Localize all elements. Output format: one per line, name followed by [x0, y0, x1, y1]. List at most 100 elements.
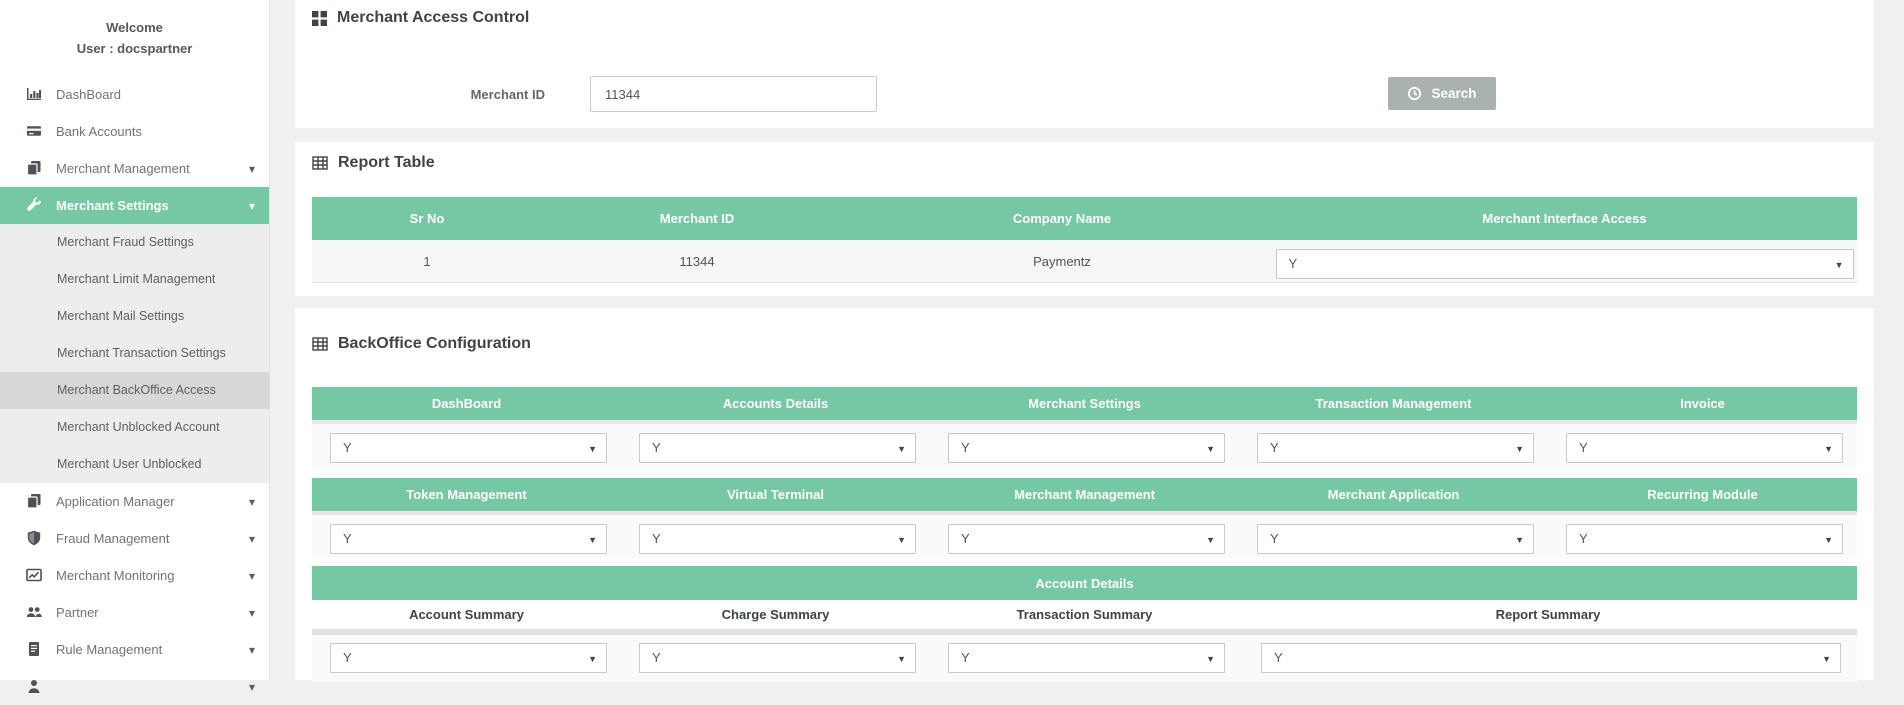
chevron-down-icon	[1835, 250, 1844, 279]
welcome-text: Welcome	[0, 18, 269, 39]
merchant-interface-access-select[interactable]: Y	[1276, 249, 1854, 279]
sidebar-item-label: DashBoard	[56, 87, 255, 102]
sidebar-item-partial[interactable]	[0, 668, 269, 705]
chevron-down-icon	[249, 161, 255, 176]
chevron-down-icon	[249, 605, 255, 620]
virtual-terminal-select[interactable]: Y	[639, 524, 916, 554]
sidebar-item-label: Merchant Monitoring	[56, 568, 249, 583]
welcome-block: Welcome User : docspartner	[0, 18, 269, 60]
chevron-down-icon	[897, 434, 906, 463]
sidebar-item-merchant-fraud-settings[interactable]: Merchant Fraud Settings	[0, 224, 269, 261]
backoffice-select-row-2: Y Y Y Y Y	[312, 511, 1857, 558]
copy-icon	[25, 160, 42, 177]
account-summary-select[interactable]: Y	[330, 643, 607, 673]
account-details-banner: Account Details	[312, 566, 1857, 600]
column-header-merchant-management: Merchant Management	[930, 478, 1239, 511]
chevron-down-icon	[1822, 644, 1831, 673]
chevron-down-icon	[249, 679, 255, 694]
file-text-icon	[25, 641, 42, 658]
charge-summary-select[interactable]: Y	[639, 643, 916, 673]
copy-icon	[25, 493, 42, 510]
search-button[interactable]: Search	[1388, 77, 1496, 110]
merchant-application-select[interactable]: Y	[1257, 524, 1534, 554]
chevron-down-icon	[249, 568, 255, 583]
welcome-user: User : docspartner	[0, 39, 269, 60]
table-icon	[312, 156, 328, 170]
merchant-management-select[interactable]: Y	[948, 524, 1225, 554]
accounts-details-select[interactable]: Y	[639, 433, 916, 463]
report-table-card: Report Table Sr No Merchant ID Company N…	[295, 142, 1874, 296]
sidebar-item-dashboard[interactable]: DashBoard	[0, 76, 269, 113]
sidebar-item-application-manager[interactable]: Application Manager	[0, 483, 269, 520]
sidebar-item-fraud-management[interactable]: Fraud Management	[0, 520, 269, 557]
chevron-down-icon	[588, 434, 597, 463]
sidebar-item-merchant-monitoring[interactable]: Merchant Monitoring	[0, 557, 269, 594]
page-title-text: Merchant Access Control	[337, 9, 529, 27]
report-table-header: Sr No Merchant ID Company Name Merchant …	[312, 197, 1857, 240]
sidebar-item-merchant-management[interactable]: Merchant Management	[0, 150, 269, 187]
column-header-invoice: Invoice	[1548, 387, 1857, 420]
section-title-text: Report Table	[338, 154, 435, 172]
column-header-token-management: Token Management	[312, 478, 621, 511]
chevron-down-icon	[1824, 525, 1833, 554]
transaction-management-select[interactable]: Y	[1257, 433, 1534, 463]
merchant-id-label: Merchant ID	[355, 87, 545, 102]
column-header-virtual-terminal: Virtual Terminal	[621, 478, 930, 511]
column-header-dashboard: DashBoard	[312, 387, 621, 420]
sidebar-item-merchant-mail-settings[interactable]: Merchant Mail Settings	[0, 298, 269, 335]
search-button-label: Search	[1431, 86, 1476, 101]
sidebar-item-label: Application Manager	[56, 494, 249, 509]
line-chart-icon	[25, 567, 42, 584]
table-icon	[312, 337, 328, 351]
users-icon	[25, 604, 42, 621]
column-header-transaction-management: Transaction Management	[1239, 387, 1548, 420]
column-header-report-summary: Report Summary	[1239, 600, 1857, 629]
sidebar-item-label: Fraud Management	[56, 531, 249, 546]
backoffice-header-row-2: Token Management Virtual Terminal Mercha…	[312, 478, 1857, 511]
sidebar-item-merchant-settings[interactable]: Merchant Settings	[0, 187, 269, 224]
token-management-select[interactable]: Y	[330, 524, 607, 554]
sidebar-item-merchant-transaction-settings[interactable]: Merchant Transaction Settings	[0, 335, 269, 372]
cell-company-name: Paymentz	[852, 240, 1272, 282]
transaction-summary-select[interactable]: Y	[948, 643, 1225, 673]
merchant-settings-select[interactable]: Y	[948, 433, 1225, 463]
chevron-down-icon	[588, 644, 597, 673]
chevron-down-icon	[1515, 525, 1524, 554]
sidebar-item-merchant-unblocked-account[interactable]: Merchant Unblocked Account	[0, 409, 269, 446]
bar-chart-icon	[25, 86, 42, 103]
credit-card-icon	[25, 123, 42, 140]
chevron-down-icon	[1206, 644, 1215, 673]
invoice-select[interactable]: Y	[1566, 433, 1843, 463]
recurring-module-select[interactable]: Y	[1566, 524, 1843, 554]
sidebar-nav: DashBoard Bank Accounts Merchant Managem…	[0, 76, 269, 705]
sidebar-item-rule-management[interactable]: Rule Management	[0, 631, 269, 668]
backoffice-configuration-card: BackOffice Configuration DashBoard Accou…	[295, 308, 1874, 680]
sidebar-item-partner[interactable]: Partner	[0, 594, 269, 631]
th-large-icon	[312, 11, 327, 26]
column-header-merchant-interface-access: Merchant Interface Access	[1272, 197, 1857, 240]
column-header-transaction-summary: Transaction Summary	[930, 600, 1239, 629]
sidebar-item-merchant-backoffice-access[interactable]: Merchant BackOffice Access	[0, 372, 269, 409]
account-details-select-row: Y Y Y Y	[312, 635, 1857, 682]
column-header-company-name: Company Name	[852, 197, 1272, 240]
sidebar-item-label: Bank Accounts	[56, 124, 255, 139]
column-header-accounts-details: Accounts Details	[621, 387, 930, 420]
account-details-label-row: Account Summary Charge Summary Transacti…	[312, 600, 1857, 629]
sidebar-item-bank-accounts[interactable]: Bank Accounts	[0, 113, 269, 150]
backoffice-table: DashBoard Accounts Details Merchant Sett…	[312, 387, 1857, 682]
sidebar-item-label: Merchant Management	[56, 161, 249, 176]
merchant-id-input[interactable]	[590, 76, 877, 112]
backoffice-select-row-1: Y Y Y Y Y	[312, 420, 1857, 467]
chevron-down-icon	[249, 494, 255, 509]
column-header-recurring-module: Recurring Module	[1548, 478, 1857, 511]
dashboard-select[interactable]: Y	[330, 433, 607, 463]
sidebar-item-merchant-user-unblocked[interactable]: Merchant User Unblocked	[0, 446, 269, 483]
sidebar-item-label: Partner	[56, 605, 249, 620]
cell-sr-no: 1	[312, 240, 542, 282]
user-icon	[25, 678, 42, 695]
chevron-down-icon	[897, 525, 906, 554]
report-summary-select[interactable]: Y	[1261, 643, 1841, 673]
sidebar-item-merchant-limit-management[interactable]: Merchant Limit Management	[0, 261, 269, 298]
chevron-down-icon	[249, 198, 255, 213]
search-icon	[1407, 86, 1422, 101]
